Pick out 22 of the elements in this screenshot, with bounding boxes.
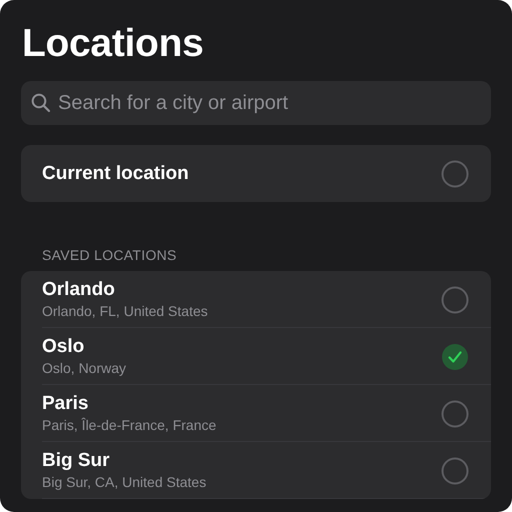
location-detail: Orlando, FL, United States — [42, 303, 209, 320]
location-detail: Paris, Île-de-France, France — [42, 417, 218, 434]
checked-radio-icon[interactable] — [441, 342, 469, 370]
location-row[interactable]: Oslo Oslo, Norway — [21, 328, 491, 385]
current-location-row[interactable]: Current location — [21, 145, 491, 202]
radio-icon[interactable] — [441, 286, 469, 314]
radio-icon[interactable] — [441, 160, 469, 188]
location-name: Big Sur — [42, 450, 111, 472]
location-row[interactable]: Big Sur Big Sur, CA, United States — [21, 442, 491, 499]
location-name: Oslo — [42, 336, 86, 358]
location-name: Orlando — [42, 279, 116, 301]
search-field[interactable]: Search for a city or airport — [21, 81, 491, 125]
location-detail: Oslo, Norway — [42, 360, 128, 377]
location-row[interactable]: Paris Paris, Île-de-France, France — [21, 385, 491, 442]
page-title: Locations — [22, 21, 204, 67]
radio-icon[interactable] — [441, 456, 469, 484]
current-location-label: Current location — [42, 162, 190, 184]
location-detail: Big Sur, CA, United States — [42, 474, 208, 491]
section-header: SAVED LOCATIONS — [42, 247, 178, 263]
radio-icon[interactable] — [441, 400, 469, 428]
location-row[interactable]: Orlando Orlando, FL, United States — [21, 271, 491, 328]
location-name: Paris — [42, 393, 90, 415]
